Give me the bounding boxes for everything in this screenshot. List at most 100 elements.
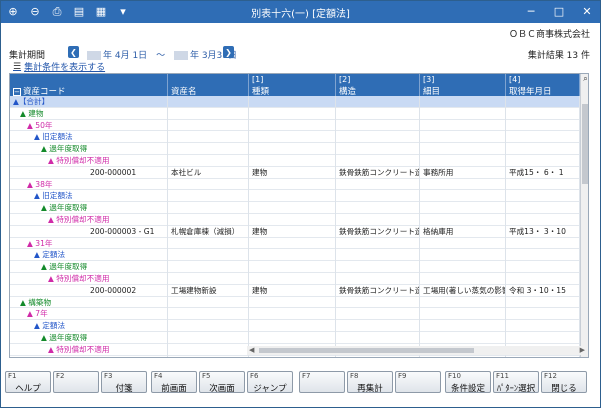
- table-row[interactable]: ▲ 過年度取得: [10, 332, 580, 344]
- maximize-icon[interactable]: □: [550, 3, 568, 20]
- cell-struct: [336, 214, 420, 226]
- column-number: [1]: [252, 75, 264, 84]
- table-row[interactable]: ▲ 50年: [10, 119, 580, 132]
- result-count: 集計結果 13 件: [527, 51, 590, 61]
- column-header-1[interactable]: 資産名: [168, 74, 249, 97]
- table-row[interactable]: ▲ 特別償却不適用: [10, 155, 580, 167]
- table-row[interactable]: ▲ 過年度取得: [10, 261, 580, 273]
- cell-struct: [336, 320, 420, 332]
- fkey-f4-button[interactable]: F4 前画面: [151, 371, 197, 394]
- cell-struct: [336, 332, 420, 344]
- prev-period-button[interactable]: ❮: [68, 46, 79, 58]
- fkey-f3-button[interactable]: F3 付箋: [101, 371, 147, 394]
- fkey-f12-button[interactable]: F12 閉じる: [541, 371, 587, 394]
- table-row[interactable]: 200-000003 - G1 札幌倉庫棟（減損） 建物 鉄骨鉄筋コンクリート造 格納庫…: [10, 225, 580, 238]
- column-header-2[interactable]: [1] 種類: [249, 74, 336, 97]
- column-header-4[interactable]: [3] 細目: [420, 74, 506, 97]
- cell-name: [168, 261, 249, 273]
- cell-detail: [420, 332, 506, 344]
- table-row[interactable]: ▲【合計】: [10, 96, 580, 108]
- horizontal-scrollbar[interactable]: ◀ ▶: [247, 346, 587, 355]
- table-row[interactable]: ▲ 旧定額法: [10, 131, 580, 144]
- horizontal-scroll-thumb[interactable]: [259, 348, 474, 353]
- table-row[interactable]: ▲ 過年度取得: [10, 202, 580, 214]
- cell-code: ▲ 7年: [10, 308, 168, 321]
- minimize-icon[interactable]: ─: [522, 3, 540, 20]
- fkey-number: F10: [448, 372, 461, 380]
- cell-name: [168, 119, 249, 132]
- cell-kind: [249, 131, 336, 144]
- column-header-0[interactable]: − 資産コード: [10, 74, 168, 97]
- vertical-scroll-thumb[interactable]: [582, 104, 588, 184]
- cell-kind: 建物: [249, 225, 336, 238]
- table-row[interactable]: 200-000002 工場建物新設 建物 鉄骨鉄筋コンクリート造 工場用(著しい蒸気の影…: [10, 284, 580, 297]
- column-header-5[interactable]: [4] 取得年月日: [506, 74, 580, 97]
- cell-date: [506, 249, 580, 262]
- fkey-f1-button[interactable]: F1 ヘルプ: [5, 371, 51, 394]
- cell-name: [168, 343, 249, 356]
- fkey-f6-button[interactable]: F6 ジャンプ: [247, 371, 293, 394]
- table-row[interactable]: ▲ 31年: [10, 237, 580, 250]
- asset-grid: − 資産コード 資産名 [1] 種類 [2] 構造 [3] 細目 [4] 取得年月日 ▲【合計】 ▲ …: [9, 73, 589, 358]
- cell-code: 200-000002: [10, 284, 168, 297]
- cell-name: [168, 320, 249, 332]
- column-number: [3]: [423, 75, 435, 84]
- column-header-3[interactable]: [2] 構造: [336, 74, 420, 97]
- period-separator: ～: [156, 51, 166, 61]
- vertical-scrollbar[interactable]: ⌕: [580, 74, 588, 357]
- cell-date: [506, 261, 580, 273]
- fkey-number: F8: [350, 372, 359, 380]
- table-row[interactable]: 202-000001緑化施設（準備金取崩構築物緑化施設及び庭園工場緑化施設平成2…: [10, 355, 580, 357]
- close-icon[interactable]: ✕: [578, 3, 596, 20]
- fkey-label: 再集計: [357, 384, 383, 394]
- fkey-f10-button[interactable]: F10 条件設定: [445, 371, 491, 394]
- cell-kind: [249, 273, 336, 285]
- fkey-f8-button[interactable]: F8 再集計: [347, 371, 393, 394]
- cell-name: [168, 107, 249, 120]
- cell-date: [506, 155, 580, 167]
- fkey-number: F7: [302, 372, 311, 380]
- fkey-number: F1: [8, 372, 17, 380]
- table-row[interactable]: 200-000001 本社ビル 建物 鉄骨鉄筋コンクリート造 事務所用 平成15・ 6・ …: [10, 166, 580, 179]
- fkey-f7-button[interactable]: F7: [299, 371, 345, 393]
- cell-struct: 鉄骨鉄筋コンクリート造: [336, 225, 420, 238]
- table-row[interactable]: ▲ 38年: [10, 178, 580, 191]
- fkey-f5-button[interactable]: F5 次画面: [199, 371, 245, 394]
- end-year-field[interactable]: [173, 51, 188, 60]
- scroll-right-icon[interactable]: ▶: [580, 346, 585, 354]
- fkey-f9-button[interactable]: F9: [395, 371, 441, 393]
- table-row[interactable]: ▲ 7年: [10, 308, 580, 321]
- table-row[interactable]: ▲ 建物: [10, 107, 580, 120]
- scroll-left-icon[interactable]: ◀: [249, 346, 254, 354]
- grid-body: ▲【合計】 ▲ 建物 ▲ 50年 ▲ 旧定額法 ▲ 過年度取得 ▲ 特別償却不適用 200-…: [10, 96, 580, 357]
- cell-name: 札幌倉庫棟（減損）: [168, 225, 249, 238]
- fkey-f11-button[interactable]: F11 ﾊﾟﾀｰﾝ選択: [493, 371, 539, 394]
- table-row[interactable]: ▲ 特別償却不適用: [10, 214, 580, 226]
- cell-name: [168, 190, 249, 203]
- cell-code: ▲ 31年: [10, 237, 168, 250]
- search-icon[interactable]: ⌕: [581, 74, 588, 86]
- start-year-field[interactable]: [87, 51, 101, 60]
- fkey-label: 閉じる: [551, 384, 577, 394]
- cell-date: [506, 119, 580, 132]
- show-conditions-link[interactable]: ☰ 集計条件を表示する: [13, 60, 105, 74]
- cell-code: ▲ 50年: [10, 119, 168, 132]
- table-row[interactable]: ▲ 定額法: [10, 320, 580, 332]
- cell-code: ▲ 特別償却不適用: [10, 343, 168, 356]
- table-row[interactable]: ▲ 構築物: [10, 296, 580, 309]
- table-row[interactable]: ▲ 特別償却不適用: [10, 273, 580, 285]
- cell-code: ▲ 定額法: [10, 249, 168, 262]
- cell-date: [506, 107, 580, 120]
- cell-detail: [420, 202, 506, 214]
- cell-date: [506, 131, 580, 144]
- table-row[interactable]: ▲ 定額法: [10, 249, 580, 262]
- cell-name: [168, 178, 249, 191]
- cell-name: [168, 131, 249, 144]
- cell-name: [168, 332, 249, 344]
- collapse-all-icon[interactable]: −: [13, 87, 21, 96]
- table-row[interactable]: ▲ 過年度取得: [10, 143, 580, 155]
- fkey-f2-button[interactable]: F2: [53, 371, 99, 393]
- next-period-button[interactable]: ❯: [223, 46, 234, 58]
- table-row[interactable]: ▲ 旧定額法: [10, 190, 580, 203]
- column-number: [4]: [509, 75, 521, 84]
